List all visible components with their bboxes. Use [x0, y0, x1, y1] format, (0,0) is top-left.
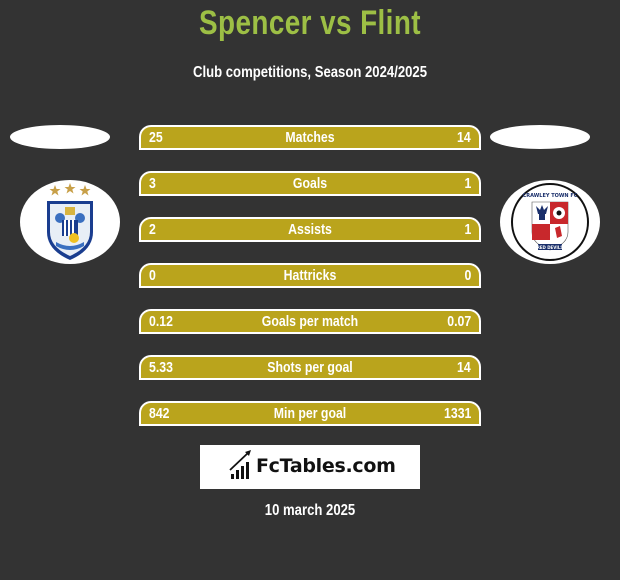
- right-value: 14: [457, 359, 471, 376]
- competition-subtitle: Club competitions, Season 2024/2025: [192, 64, 428, 81]
- stat-label: Assists: [288, 221, 332, 238]
- right-value: 1: [464, 221, 471, 238]
- left-value: 842: [149, 405, 170, 422]
- huddersfield-crest-icon: [47, 183, 93, 260]
- left-value: 25: [149, 129, 163, 146]
- page-title: Spencer vs Flint: [199, 4, 421, 42]
- stat-label: Goals per match: [261, 313, 359, 330]
- stat-label: Shots per goal: [267, 359, 353, 376]
- stat-row-goals: 3 Goals 1: [139, 171, 481, 196]
- left-value: 2: [149, 221, 156, 238]
- stat-row-hattricks: 0 Hattricks 0: [139, 263, 481, 288]
- right-value: 0.07: [447, 313, 471, 330]
- right-team-name-placeholder: [490, 125, 590, 149]
- stat-row-goals-per-match: 0.12 Goals per match 0.07: [139, 309, 481, 334]
- stat-row-min-per-goal: 842 Min per goal 1331: [139, 401, 481, 426]
- fctables-logo-link[interactable]: FcTables.com: [200, 445, 420, 489]
- stat-row-matches: 25 Matches 14: [139, 125, 481, 150]
- left-value: 0: [149, 267, 156, 284]
- left-value: 5.33: [149, 359, 173, 376]
- logo-text: FcTables.com: [256, 455, 396, 477]
- crawley-town-crest-icon: CRAWLEY TOWN FC RED DEVILS: [511, 183, 589, 261]
- left-value: 0.12: [149, 313, 173, 330]
- crest-text-bottom: RED DEVILS: [537, 245, 564, 250]
- crest-text-top: CRAWLEY TOWN FC: [523, 193, 578, 199]
- stat-label: Goals: [292, 175, 328, 192]
- right-value: 1331: [443, 405, 471, 422]
- stat-label: Hattricks: [283, 267, 337, 284]
- stat-label: Min per goal: [273, 405, 347, 422]
- stat-row-shots-per-goal: 5.33 Shots per goal 14: [139, 355, 481, 380]
- right-team-badge[interactable]: CRAWLEY TOWN FC RED DEVILS: [500, 180, 600, 264]
- left-value: 3: [149, 175, 156, 192]
- stat-row-assists: 2 Assists 1: [139, 217, 481, 242]
- right-value: 14: [457, 129, 471, 146]
- left-team-name-placeholder: [10, 125, 110, 149]
- right-value: 1: [464, 175, 471, 192]
- bar-chart-icon: [229, 450, 251, 479]
- stat-label: Matches: [285, 129, 335, 146]
- left-team-badge[interactable]: [20, 180, 120, 264]
- report-date: 10 march 2025: [264, 502, 356, 519]
- right-value: 0: [464, 267, 471, 284]
